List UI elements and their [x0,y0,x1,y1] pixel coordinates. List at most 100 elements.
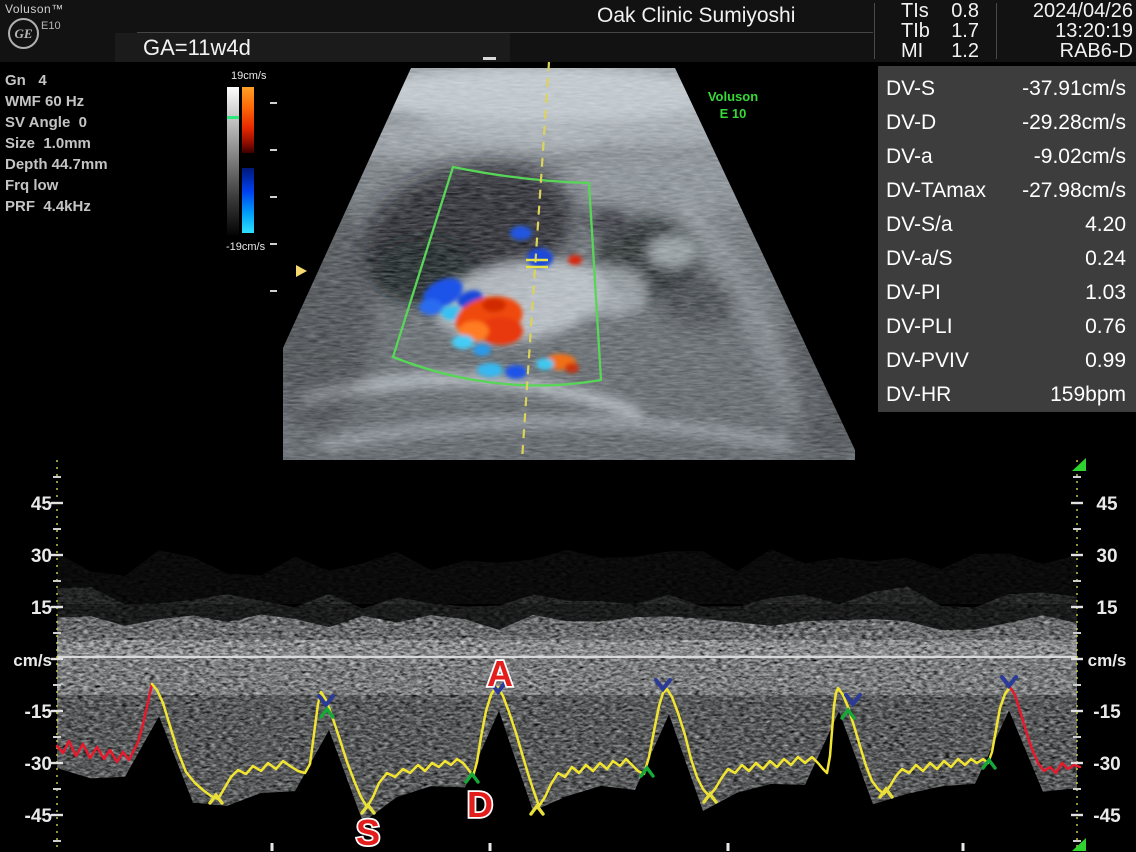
y-axis-label-left: -15 [25,702,53,723]
scan-parameters: Gn 4WMF 60 HzSV Angle 0Size 1.0mmDepth 4… [5,70,108,217]
ti-row: MI 1.2 [901,41,979,61]
wave-label-D: D [467,784,493,825]
dv-measurement-row: DV-PVIV 0.99 [886,344,1126,378]
y-axis-label-right: -30 [1093,754,1120,775]
y-axis-label-right: -15 [1093,702,1121,723]
depth-tick [270,149,277,151]
dv-label: DV-D [886,106,936,140]
dv-label: DV-PI [886,276,941,310]
header-separator-1 [874,3,875,59]
scan-param: PRF 4.4kHz [5,196,108,217]
dv-measurement-row: DV-PLI0.76 [886,310,1126,344]
y-axis-label-left: -30 [25,754,52,775]
scroll-marker-bottom-icon [1072,838,1086,851]
time-text: 13:20:19 [1000,21,1133,41]
header-bar: Voluson™ GE E10 GA=11w4d Oak Clinic Sumi… [0,0,1136,62]
y-axis-label-left: -45 [25,806,53,827]
dv-label: DV-S/a [886,208,953,242]
clinic-name: Oak Clinic Sumiyoshi [597,4,795,28]
y-axis-label-right: cm/s [1088,651,1127,670]
dv-label: DV-a/S [886,242,953,276]
doppler-baseline [57,656,1077,658]
dv-value: -29.28cm/s [1022,106,1126,140]
thermal-index-block: TIs 0.8 TIb 1.7 MI 1.2 [901,1,979,61]
colorbar-negative [242,168,254,233]
time-tick [489,843,492,851]
wave-label-S: S [356,812,380,852]
voluson-watermark-line2: E 10 [720,106,747,121]
scan-param: Frq low [5,175,108,196]
scan-param: Gn 4 [5,70,108,91]
dv-value: 159bpm [1050,378,1126,412]
scan-param: Depth 44.7mm [5,154,108,175]
ti-label: MI [901,41,923,61]
wave-label-A: A [487,653,513,694]
dv-value: -9.02cm/s [1034,140,1126,174]
dv-label: DV-a [886,140,933,174]
header-separator-2 [996,3,997,59]
time-tick [962,843,965,851]
voluson-watermark-line1: Voluson [708,89,758,104]
dv-measurement-row: DV-a/S 0.24 [886,242,1126,276]
dv-value: -27.98cm/s [1022,174,1126,208]
brand-voluson: Voluson™ [5,2,64,16]
focus-arrow-icon [296,265,307,277]
y-axis-label-right: 30 [1096,546,1117,567]
dv-measurement-row: DV-PI 1.03 [886,276,1126,310]
dv-measurement-row: DV-TAmax -27.98cm/s [886,174,1126,208]
header-divider [137,32,873,33]
scroll-marker-top-icon [1072,458,1086,471]
colorbar-positive [242,87,254,153]
depth-tick [270,290,277,292]
ti-row: TIs 0.8 [901,1,979,21]
ti-value: 0.8 [951,1,979,21]
colorbar-max-label: 19cm/s [231,70,266,82]
dv-measurement-row: DV-S/a 4.20 [886,208,1126,242]
dv-value: 0.24 [1085,242,1126,276]
y-axis-label-right: 15 [1096,598,1118,619]
bmode-image-area: Voluson E 10 [283,60,855,460]
dv-value: 1.03 [1085,276,1126,310]
ti-label: TIb [901,21,930,41]
dv-value: -37.91cm/s [1022,72,1126,106]
dv-label: DV-TAmax [886,174,986,208]
y-axis-label-left: 45 [31,494,53,515]
dv-measurements-panel: DV-S -37.91cm/s DV-D -29.28cm/s DV-a -9.02cm/… [878,66,1136,412]
datetime-probe-block: 2024/04/2613:20:19RAB6-D [1000,1,1133,61]
colorbar-min-label: -19cm/s [226,241,265,253]
time-tick [271,843,274,851]
y-axis-label-right: 45 [1096,494,1118,515]
dv-label: DV-PVIV [886,344,969,378]
dv-label: DV-PLI [886,310,953,344]
dv-value: 0.99 [1085,344,1126,378]
dv-measurement-row: DV-HR 159bpm [886,378,1126,412]
ultrasound-screen: Voluson™ GE E10 GA=11w4d Oak Clinic Sumi… [0,0,1136,852]
dv-measurement-row: DV-a -9.02cm/s [886,140,1126,174]
scan-param: SV Angle 0 [5,112,108,133]
dv-measurement-row: DV-D -29.28cm/s [886,106,1126,140]
y-axis-label-left: 15 [31,598,53,619]
depth-tick [270,243,277,245]
date-text: 2024/04/26 [1000,1,1133,21]
dv-label: DV-HR [886,378,951,412]
spectrum-faint-noise [57,549,1077,604]
dv-label: DV-S [886,72,935,106]
ge-logo-icon: GE [8,18,39,49]
dv-value: 4.20 [1085,208,1126,242]
grayscale-bar [227,87,239,235]
y-axis-label-left: cm/s [13,651,52,670]
brand-model: E10 [41,20,61,32]
ti-value: 1.2 [951,41,979,61]
probe-name: RAB6-D [1000,41,1133,61]
spectral-doppler-area: 454530301515cm/scm/s-15-15-30-30-45-45AS… [0,456,1136,852]
dv-measurement-row: DV-S -37.91cm/s [886,72,1126,106]
scan-param: Size 1.0mm [5,133,108,154]
y-axis-label-left: 30 [31,546,52,567]
depth-tick [270,196,277,198]
scan-param: WMF 60 Hz [5,91,108,112]
spectrum-dense-band [57,640,1077,695]
grayscale-marker [227,116,239,119]
ti-value: 1.7 [951,21,979,41]
ti-label: TIs [901,1,929,21]
ti-row: TIb 1.7 [901,21,979,41]
